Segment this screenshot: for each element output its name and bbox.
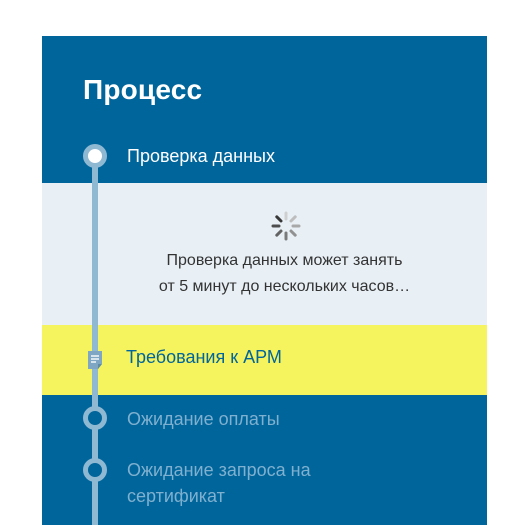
step-label-awaiting-certificate: Ожидание запроса на сертификат: [127, 457, 311, 509]
panel-title: Процесс: [83, 74, 203, 105]
step-node-active: [83, 144, 107, 168]
process-panel: Процесс Проверка данных Проверка данных …: [42, 36, 487, 525]
step-label-line1: Ожидание запроса на: [127, 460, 311, 480]
step-label-line2: сертификат: [127, 486, 225, 506]
info-text-line1: Проверка данных может занять: [166, 252, 403, 269]
step-node-pending: [83, 406, 107, 430]
info-text-line2: от 5 минут до нескольких часов…: [158, 278, 411, 295]
document-icon: [88, 351, 102, 369]
spinner-icon: [271, 211, 301, 241]
step-node-pending: [83, 458, 107, 482]
requirements-link[interactable]: Требования к АРМ: [126, 344, 282, 370]
step-label-data-check: Проверка данных: [127, 146, 275, 166]
info-text: Проверка данных может занять от 5 минут …: [112, 248, 457, 300]
step-label-awaiting-payment: Ожидание оплаты: [127, 409, 280, 429]
